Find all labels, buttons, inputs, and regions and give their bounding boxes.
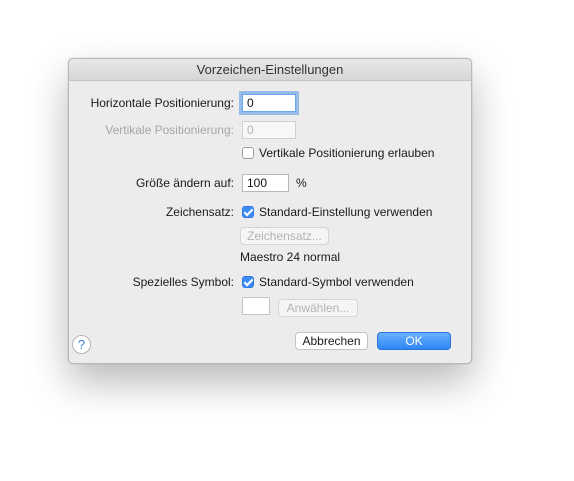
symbol-default-label: Standard-Symbol verwenden — [259, 275, 414, 289]
ok-button[interactable]: OK — [377, 332, 451, 350]
help-button[interactable]: ? — [72, 335, 91, 354]
symbol-preview-box — [242, 297, 270, 315]
symbol-select-button[interactable]: Anwählen... — [278, 299, 358, 317]
font-info-text: Maestro 24 normal — [240, 250, 341, 264]
font-default-label: Standard-Einstellung verwenden — [259, 205, 433, 219]
size-label: Größe ändern auf: — [135, 176, 234, 190]
symbol-label: Spezielles Symbol: — [132, 275, 234, 289]
symbol-default-checkbox[interactable] — [242, 276, 254, 288]
vertical-position-label: Vertikale Positionierung: — [105, 123, 234, 137]
size-unit: % — [296, 176, 307, 190]
font-default-checkbox[interactable] — [242, 206, 254, 218]
font-label: Zeichensatz: — [165, 205, 234, 219]
cancel-button[interactable]: Abbrechen — [295, 332, 368, 350]
horizontal-position-input[interactable] — [242, 94, 296, 112]
settings-dialog: Vorzeichen-Einstellungen Horizontale Pos… — [68, 58, 472, 364]
horizontal-position-label: Horizontale Positionierung: — [90, 96, 234, 110]
allow-vertical-label: Vertikale Positionierung erlauben — [259, 146, 435, 160]
dialog-title: Vorzeichen-Einstellungen — [69, 59, 471, 81]
font-select-button[interactable]: Zeichensatz... — [240, 227, 329, 245]
vertical-position-input[interactable] — [242, 121, 296, 139]
allow-vertical-checkbox[interactable] — [242, 147, 254, 159]
size-input[interactable] — [242, 174, 289, 192]
